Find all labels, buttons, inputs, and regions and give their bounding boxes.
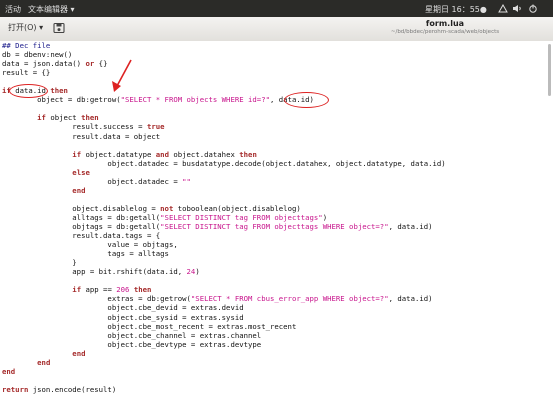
annotation-arrow (112, 59, 132, 92)
